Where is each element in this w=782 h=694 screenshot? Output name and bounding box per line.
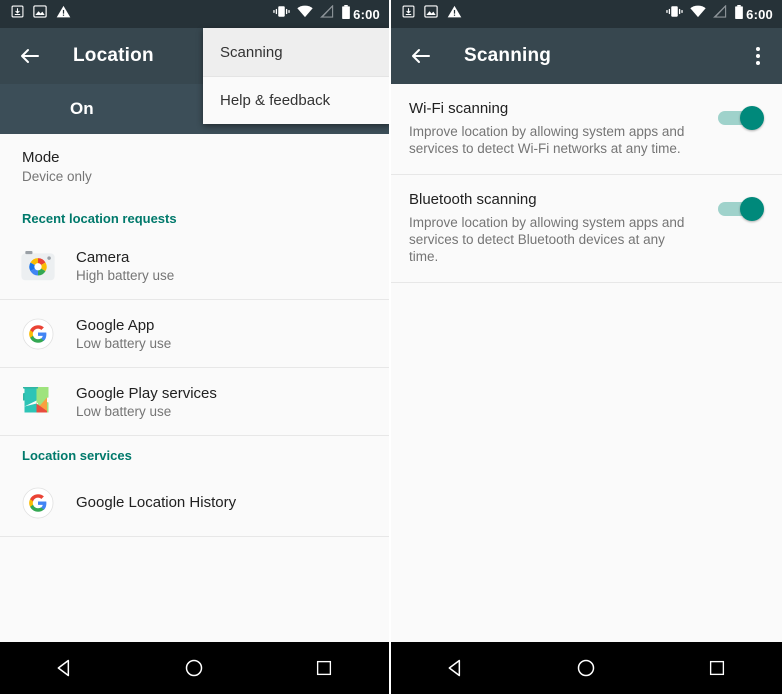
recents-nav-icon[interactable] <box>294 642 354 694</box>
location-history-name: Google Location History <box>76 494 237 511</box>
list-item-google-app[interactable]: Google App Low battery use <box>0 300 389 368</box>
status-bar-time: 6:00 <box>746 6 773 22</box>
location-history-text: Google Location History <box>76 494 236 511</box>
list-item-google-location-history[interactable]: Google Location History <box>0 469 389 537</box>
nav-bar-left <box>0 642 389 694</box>
menu-item-scanning[interactable]: Scanning <box>203 28 389 76</box>
menu-item-scanning-label: Scanning <box>220 43 283 61</box>
download-icon <box>11 5 24 23</box>
bluetooth-scanning-title: Bluetooth scanning <box>409 191 537 208</box>
status-bar-left-icons <box>402 5 462 23</box>
camera-battery-usage: High battery use <box>76 267 175 283</box>
home-nav-icon[interactable] <box>164 642 224 694</box>
play-services-name: Google Play services <box>76 384 217 402</box>
camera-app-text: Camera High battery use <box>76 249 174 283</box>
camera-app-icon <box>18 246 58 286</box>
back-nav-icon[interactable] <box>35 642 95 694</box>
left-content-area: Mode Device only Recent location request… <box>0 134 389 642</box>
overflow-menu-icon[interactable] <box>746 44 770 68</box>
toggle-thumb <box>740 106 764 130</box>
google-app-battery-usage: Low battery use <box>76 335 172 351</box>
wifi-icon <box>297 5 313 23</box>
signal-off-icon <box>713 4 727 23</box>
warning-icon <box>447 5 462 23</box>
google-g-icon <box>18 483 58 523</box>
right-content-area: Wi-Fi scanning Improve location by allow… <box>391 84 782 642</box>
toggle-thumb <box>740 197 764 221</box>
right-phone-screen: 6:00 Scanning Wi-Fi scanning Improve loc… <box>391 0 782 694</box>
screenshot-icon <box>33 5 47 23</box>
menu-item-help-feedback[interactable]: Help & feedback <box>203 76 389 124</box>
status-bar-left: 6:00 <box>0 0 389 28</box>
status-bar-right-icons <box>273 4 351 24</box>
recents-nav-icon[interactable] <box>687 642 747 694</box>
list-item-google-play-services[interactable]: Google Play services Low battery use <box>0 368 389 436</box>
mode-summary: Device only <box>22 169 92 184</box>
play-services-icon <box>18 382 58 422</box>
wifi-scanning-title: Wi-Fi scanning <box>409 100 509 117</box>
page-title: Scanning <box>464 45 552 66</box>
camera-app-name: Camera <box>76 248 130 266</box>
home-nav-icon[interactable] <box>556 642 616 694</box>
status-bar-left-icons <box>11 5 71 23</box>
nav-bar-right <box>391 642 782 694</box>
page-title: Location <box>73 45 154 66</box>
list-item-camera[interactable]: Camera High battery use <box>0 232 389 300</box>
overflow-dropdown-menu: Scanning Help & feedback <box>203 28 389 124</box>
warning-icon <box>56 5 71 23</box>
overflow-dot <box>756 54 760 58</box>
play-services-battery-usage: Low battery use <box>76 403 172 419</box>
signal-off-icon <box>320 4 334 23</box>
back-arrow-icon[interactable] <box>409 44 433 68</box>
screenshot-icon <box>424 5 438 23</box>
back-arrow-icon[interactable] <box>18 44 42 68</box>
battery-icon <box>734 4 744 24</box>
battery-icon <box>341 4 351 24</box>
setting-row-wifi-scanning[interactable]: Wi-Fi scanning Improve location by allow… <box>391 84 782 175</box>
vibrate-icon <box>666 5 683 23</box>
wifi-icon <box>690 5 706 23</box>
back-nav-icon[interactable] <box>426 642 486 694</box>
toolbar-right: Scanning <box>391 28 782 84</box>
wifi-scanning-text: Wi-Fi scanning Improve location by allow… <box>409 100 718 157</box>
wifi-scanning-toggle[interactable] <box>718 106 764 130</box>
recent-location-requests-header: Recent location requests <box>22 211 177 226</box>
bluetooth-scanning-description: Improve location by allowing system apps… <box>409 215 685 264</box>
left-phone-screen: 6:00 Location On Scanning Help & feedbac… <box>0 0 391 694</box>
overflow-dot <box>756 61 760 65</box>
dual-screenshot-container: 6:00 Location On Scanning Help & feedbac… <box>0 0 782 694</box>
setting-row-bluetooth-scanning[interactable]: Bluetooth scanning Improve location by a… <box>391 175 782 283</box>
menu-item-help-feedback-label: Help & feedback <box>220 92 331 109</box>
status-bar-time: 6:00 <box>353 6 380 22</box>
google-app-text: Google App Low battery use <box>76 317 171 351</box>
mode-preference-row[interactable]: Mode Device only <box>0 134 389 199</box>
overflow-dot <box>756 47 760 51</box>
play-services-text: Google Play services Low battery use <box>76 385 217 419</box>
bluetooth-scanning-text: Bluetooth scanning Improve location by a… <box>409 191 718 265</box>
download-icon <box>402 5 415 23</box>
location-state-label: On <box>70 99 94 118</box>
status-bar-right: 6:00 <box>391 0 782 28</box>
mode-title: Mode <box>22 149 60 166</box>
status-bar-right-icons <box>666 4 744 24</box>
vibrate-icon <box>273 5 290 23</box>
wifi-scanning-description: Improve location by allowing system apps… <box>409 124 685 156</box>
bluetooth-scanning-toggle[interactable] <box>718 197 764 221</box>
google-g-icon <box>18 314 58 354</box>
location-services-header: Location services <box>22 448 132 463</box>
google-app-name: Google App <box>76 316 155 334</box>
